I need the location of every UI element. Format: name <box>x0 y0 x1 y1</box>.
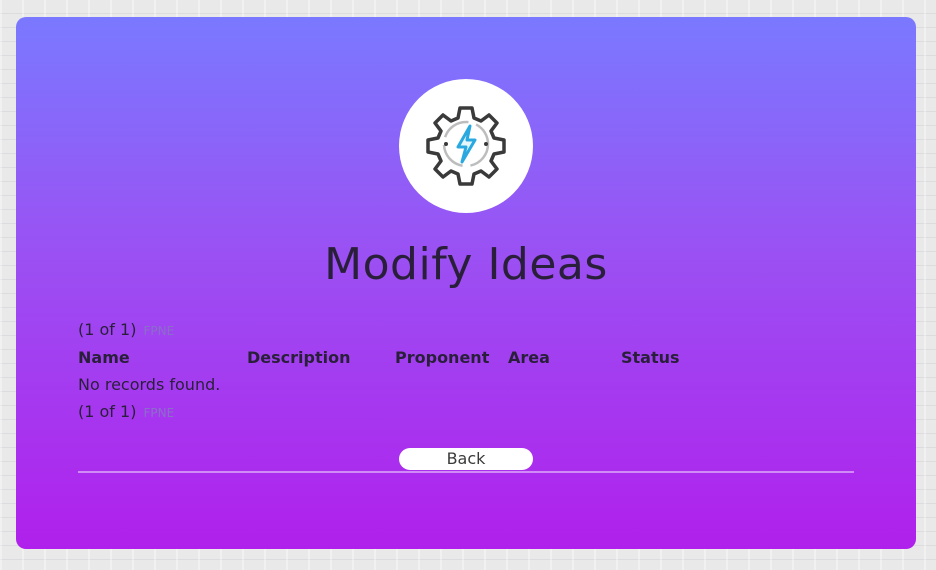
column-header-status[interactable]: Status <box>621 348 680 367</box>
column-header-area[interactable]: Area <box>508 348 550 367</box>
logo-badge <box>399 79 533 213</box>
back-button[interactable]: Back <box>399 448 533 470</box>
paginator-summary: (1 of 1) <box>78 402 137 421</box>
modify-ideas-card: Modify Ideas (1 of 1) FPNE Name Descript… <box>16 17 916 549</box>
column-header-name[interactable]: Name <box>78 348 130 367</box>
paginator-summary: (1 of 1) <box>78 320 137 339</box>
empty-message: No records found. <box>78 375 221 394</box>
paginator-top: (1 of 1) FPNE <box>78 320 174 339</box>
column-header-proponent[interactable]: Proponent <box>395 348 489 367</box>
page-title: Modify Ideas <box>324 239 608 290</box>
gear-lightning-icon <box>418 96 514 196</box>
column-header-description[interactable]: Description <box>247 348 350 367</box>
table-header: Name Description Proponent Area Status <box>78 348 858 370</box>
paginator-first-button[interactable]: FPNE <box>144 406 175 420</box>
divider <box>78 471 854 473</box>
paginator-first-button[interactable]: FPNE <box>144 324 175 338</box>
paginator-bottom: (1 of 1) FPNE <box>78 402 174 421</box>
